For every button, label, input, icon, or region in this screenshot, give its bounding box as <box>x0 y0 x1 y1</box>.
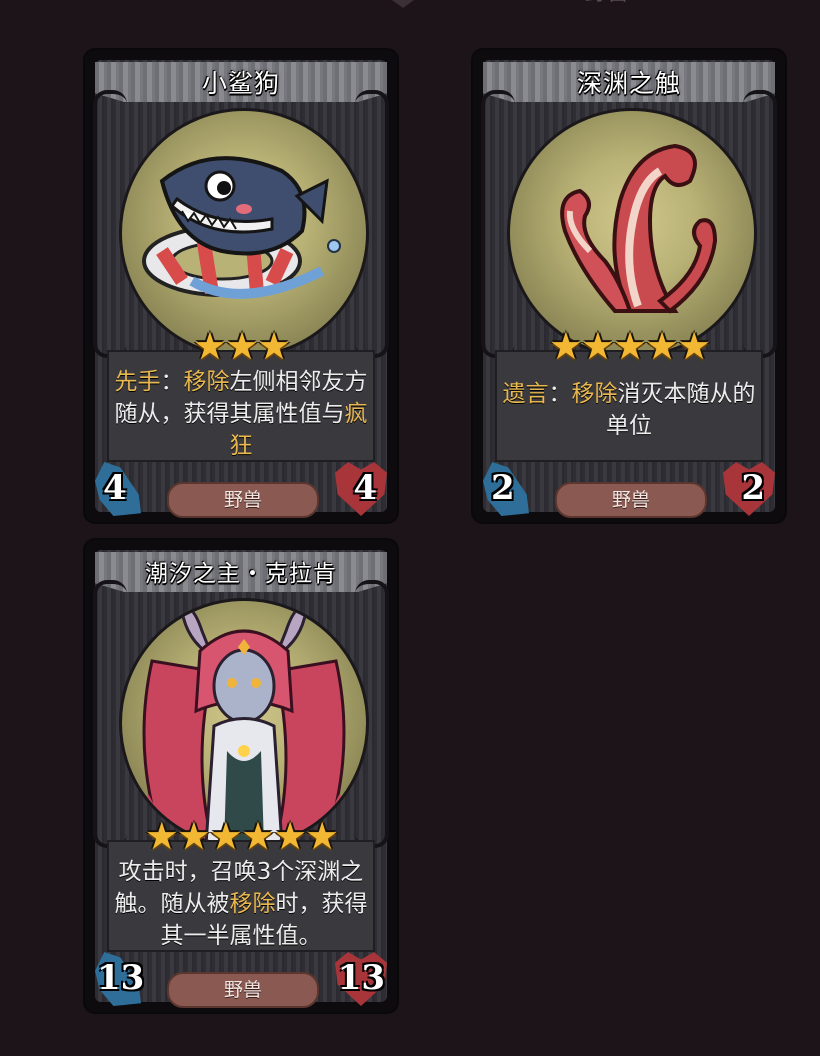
card-description: 攻击时，召唤3个深渊之触。随从被移除时，获得其一半属性值。 <box>113 856 369 952</box>
top-notch-decoration <box>392 0 414 8</box>
tribe-label: 野兽 <box>167 482 319 518</box>
desc-text: ： <box>548 381 572 407</box>
attack-value: 2 <box>491 468 515 508</box>
card-description: 遗言：移除消灭本随从的单位 <box>501 378 757 442</box>
tribe-label: 野兽 <box>555 482 707 518</box>
keyword-deathrattle: 遗言 <box>502 381 549 407</box>
card-name: 深渊之触 <box>576 69 681 98</box>
shark-in-life-ring-icon <box>119 108 369 358</box>
health-value: 13 <box>337 958 385 998</box>
attack-value: 13 <box>97 958 145 998</box>
keyword-first-strike: 先手 <box>114 369 161 395</box>
keyword-remove: 移除 <box>571 381 618 407</box>
card-little-shark[interactable]: 小鲨狗 ★★★ 先手：移除左侧相邻友方随从，获得其属性值与疯狂 野兽 4 4 <box>85 50 397 522</box>
card-abyss-tentacle[interactable]: 深渊之触 ★★★★★ 遗言：移除消灭本随从的单位 野兽 2 2 <box>473 50 785 522</box>
attack-value: 4 <box>103 468 127 508</box>
card-description: 先手：移除左侧相邻友方随从，获得其属性值与疯狂 <box>113 366 369 462</box>
health-value: 2 <box>741 468 765 508</box>
tentacle-icon <box>507 108 757 358</box>
kraken-portrait-icon <box>119 598 369 848</box>
health-value: 4 <box>353 468 377 508</box>
card-name: 潮汐之主・克拉肯 <box>145 561 337 587</box>
card-kraken[interactable]: 潮汐之主・克拉肯 ★★★★★★ 攻击时，召唤3个深渊之触。随从被移除时，获得其一… <box>85 540 397 1012</box>
tribe-label: 野兽 <box>167 972 319 1008</box>
star-rating: ★★★★★ <box>548 324 711 368</box>
keyword-remove: 移除 <box>183 369 230 395</box>
desc-text: 消灭本随从的单位 <box>606 381 756 439</box>
star-rating: ★★★★★★ <box>144 814 339 858</box>
keyword-remove: 移除 <box>229 891 276 917</box>
star-rating: ★★★ <box>192 324 291 368</box>
desc-text: ： <box>160 369 184 395</box>
top-partial-label: 野兽 <box>585 0 675 8</box>
card-name: 小鲨狗 <box>201 69 280 98</box>
